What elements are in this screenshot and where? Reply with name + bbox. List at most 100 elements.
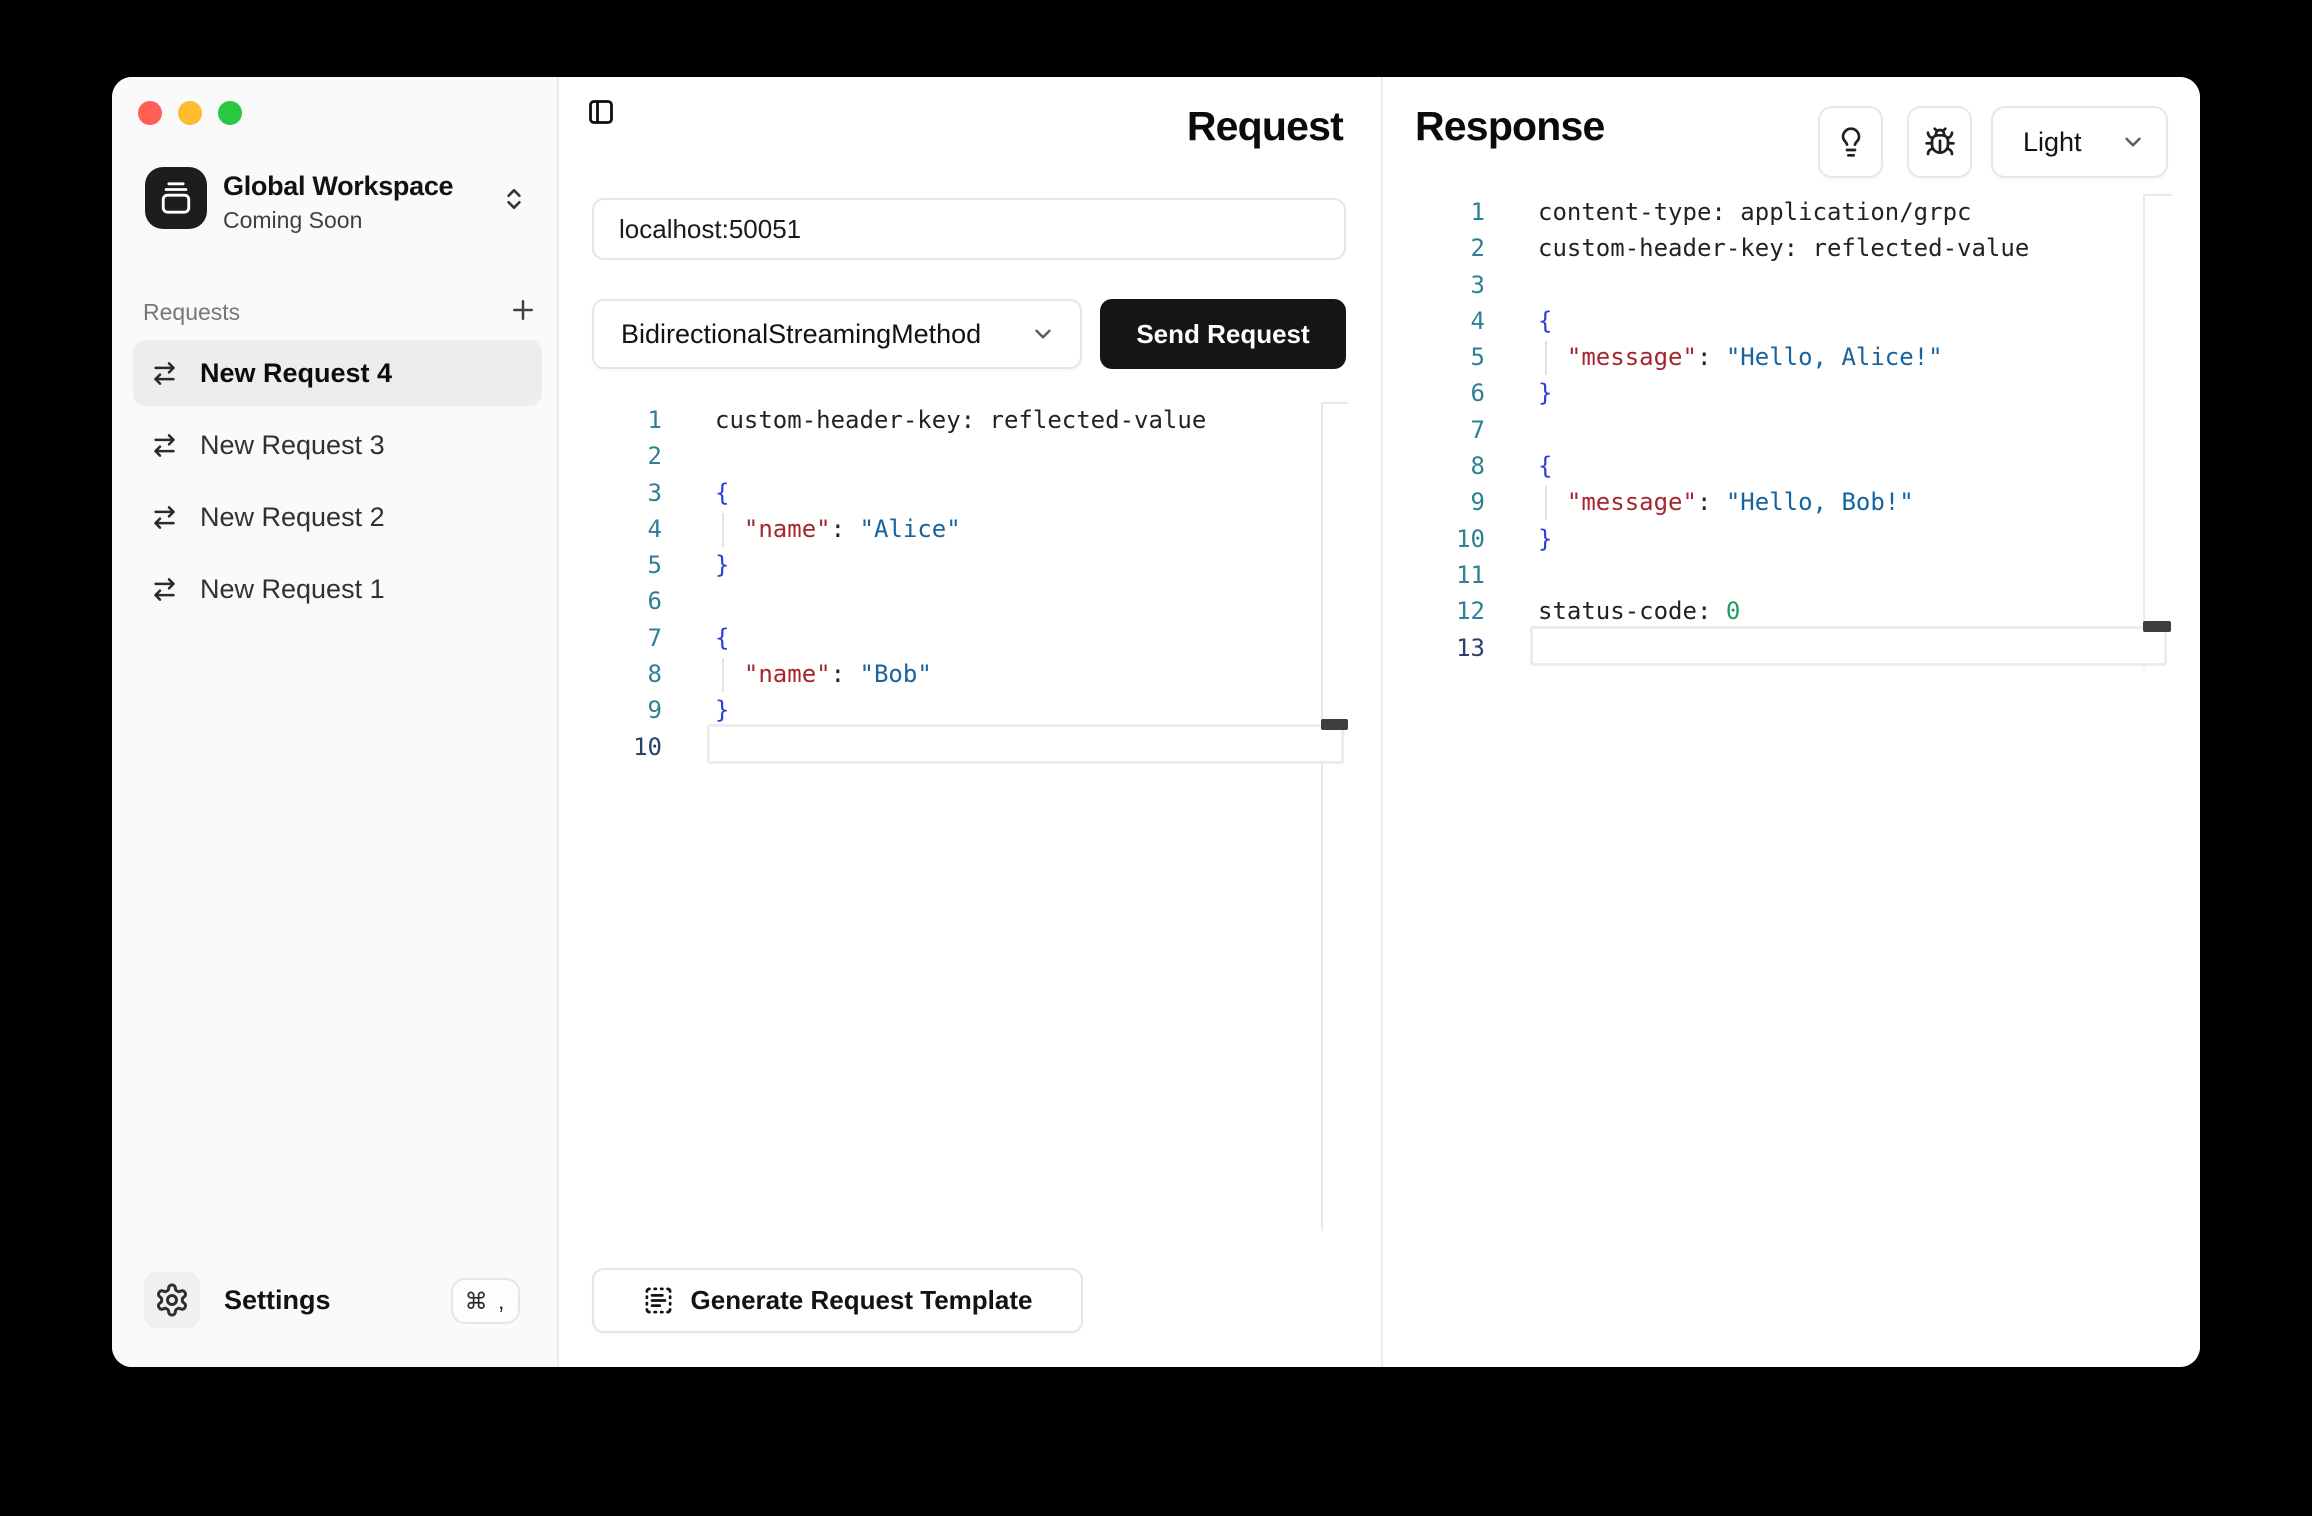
sidebar-toggle-button[interactable] xyxy=(587,98,615,126)
line-number: 7 xyxy=(1415,412,1485,448)
sidebar: Global Workspace Coming Soon Requests Ne… xyxy=(112,77,559,1367)
request-item-label: New Request 2 xyxy=(200,502,385,533)
send-request-button[interactable]: Send Request xyxy=(1100,299,1346,369)
gear-icon xyxy=(154,1282,190,1318)
editor-track-cap xyxy=(2143,194,2172,196)
code-line: 6 xyxy=(592,583,1378,619)
line-number: 5 xyxy=(592,547,662,583)
code-line-content xyxy=(662,583,715,619)
line-number: 4 xyxy=(592,511,662,547)
debug-button[interactable] xyxy=(1907,106,1972,178)
editor-track-cap xyxy=(1321,402,1348,404)
code-line: 5 "message": "Hello, Alice!" xyxy=(1415,339,2200,375)
code-line: 11 xyxy=(1415,557,2200,593)
theme-dropdown[interactable]: Light xyxy=(1991,106,2168,178)
code-line-content: { xyxy=(662,620,729,656)
active-line-box xyxy=(707,724,1344,764)
code-line-content: } xyxy=(1485,375,1552,411)
sidebar-item-new-request-4[interactable]: New Request 4 xyxy=(133,340,542,406)
line-number: 11 xyxy=(1415,557,1485,593)
code-line: 2 xyxy=(592,438,1378,474)
line-number: 9 xyxy=(592,692,662,728)
response-editor-lines: 1content-type: application/grpc2custom-h… xyxy=(1415,194,2200,666)
method-dropdown[interactable]: BidirectionalStreamingMethod xyxy=(592,299,1082,369)
sidebar-item-new-request-2[interactable]: New Request 2 xyxy=(133,484,542,550)
code-line-content: "message": "Hello, Alice!" xyxy=(1485,339,1943,375)
chevron-down-icon xyxy=(2120,129,2146,155)
code-line-content: "name": "Bob" xyxy=(662,656,932,692)
code-line-content: { xyxy=(662,475,729,511)
line-number: 2 xyxy=(1415,230,1485,266)
code-line: 12status-code: 0 xyxy=(1415,593,2200,629)
code-line-content: } xyxy=(662,547,729,583)
zoom-icon[interactable] xyxy=(218,101,242,125)
line-number: 7 xyxy=(592,620,662,656)
workspace-title: Global Workspace xyxy=(223,171,453,202)
active-line-box xyxy=(1530,626,2167,666)
requests-section-label: Requests xyxy=(143,299,240,326)
editor-scrollbar-track xyxy=(1321,402,1323,1231)
generate-request-template-button[interactable]: Generate Request Template xyxy=(592,1268,1083,1333)
code-line: 3 xyxy=(1415,267,2200,303)
bug-icon xyxy=(1924,126,1956,158)
code-line-content: "message": "Hello, Bob!" xyxy=(1485,484,1914,520)
scrollbar-thumb[interactable] xyxy=(1321,719,1348,730)
code-line: 9 "message": "Hello, Bob!" xyxy=(1415,484,2200,520)
request-list: New Request 4 New Request 3 New Request … xyxy=(133,340,542,628)
minimize-icon[interactable] xyxy=(178,101,202,125)
code-line-content: { xyxy=(1485,303,1552,339)
method-dropdown-value: BidirectionalStreamingMethod xyxy=(621,319,981,350)
hint-button[interactable] xyxy=(1818,106,1883,178)
arrow-right-left-icon xyxy=(151,432,178,459)
settings-button[interactable] xyxy=(144,1272,200,1328)
code-line: 4{ xyxy=(1415,303,2200,339)
request-editor[interactable]: 1custom-header-key: reflected-value23{4 … xyxy=(592,401,1378,1231)
line-number: 2 xyxy=(592,438,662,474)
workspace-icon xyxy=(145,167,207,229)
response-panel: Response Light 1content-type: applica xyxy=(1383,77,2200,1367)
scrollbar-thumb[interactable] xyxy=(2143,621,2171,632)
request-panel-title: Request xyxy=(1187,103,1343,150)
chevron-down-icon xyxy=(1030,321,1056,347)
sidebar-item-new-request-1[interactable]: New Request 1 xyxy=(133,556,542,622)
request-item-label: New Request 1 xyxy=(200,574,385,605)
code-line: 5} xyxy=(592,547,1378,583)
response-editor[interactable]: 1content-type: application/grpc2custom-h… xyxy=(1415,193,2200,673)
code-line: 2custom-header-key: reflected-value xyxy=(1415,230,2200,266)
sidebar-item-new-request-3[interactable]: New Request 3 xyxy=(133,412,542,478)
plus-icon xyxy=(508,295,538,325)
close-icon[interactable] xyxy=(138,101,162,125)
arrow-right-left-icon xyxy=(151,576,178,603)
code-line-content: "name": "Alice" xyxy=(662,511,961,547)
add-request-button[interactable] xyxy=(508,295,538,325)
request-item-label: New Request 3 xyxy=(200,430,385,461)
code-line: 6} xyxy=(1415,375,2200,411)
code-line-content: { xyxy=(1485,448,1552,484)
arrow-right-left-icon xyxy=(151,360,178,387)
response-panel-title: Response xyxy=(1415,103,1605,150)
line-number: 6 xyxy=(1415,375,1485,411)
code-line-content xyxy=(1485,267,1538,303)
line-number: 10 xyxy=(592,729,662,765)
line-number: 12 xyxy=(1415,593,1485,629)
code-line-content xyxy=(1485,557,1538,593)
request-item-label: New Request 4 xyxy=(200,358,392,389)
workspace-selector[interactable] xyxy=(501,185,527,213)
code-line: 8 "name": "Bob" xyxy=(592,656,1378,692)
server-url-input[interactable] xyxy=(592,198,1346,260)
code-line: 1custom-header-key: reflected-value xyxy=(592,402,1378,438)
line-number: 8 xyxy=(592,656,662,692)
code-line: 8{ xyxy=(1415,448,2200,484)
line-number: 13 xyxy=(1415,630,1485,666)
chevrons-up-down-icon xyxy=(501,185,527,213)
line-number: 1 xyxy=(592,402,662,438)
code-line: 7{ xyxy=(592,620,1378,656)
code-line-content xyxy=(1485,412,1538,448)
line-number: 8 xyxy=(1415,448,1485,484)
theme-dropdown-value: Light xyxy=(2023,127,2082,158)
code-line: 7 xyxy=(1415,412,2200,448)
settings-label: Settings xyxy=(224,1285,331,1316)
settings-shortcut-badge: ⌘ , xyxy=(451,1278,520,1324)
lightbulb-icon xyxy=(1835,126,1867,158)
line-number: 9 xyxy=(1415,484,1485,520)
